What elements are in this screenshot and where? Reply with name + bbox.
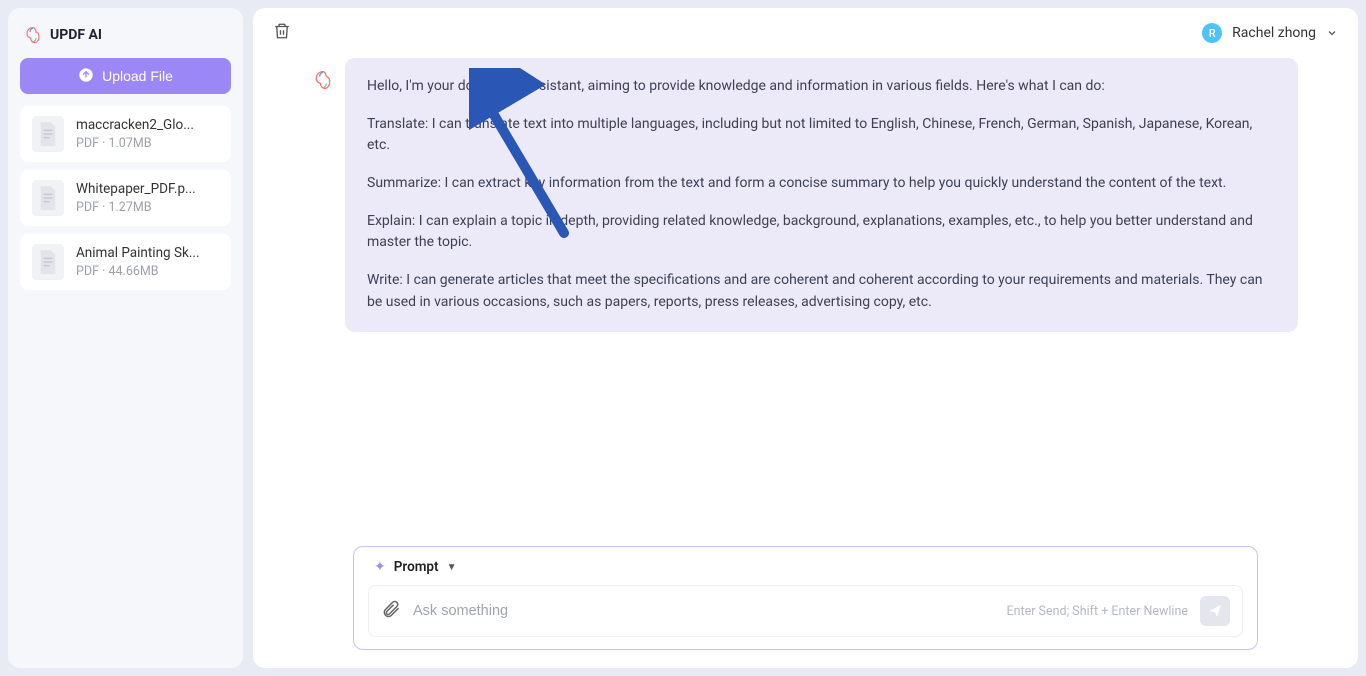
input-zone: ✦ Prompt ▼ Enter Send; Shift + Enter New…	[253, 546, 1358, 668]
file-icon	[32, 244, 64, 280]
attachment-icon[interactable]	[381, 599, 401, 623]
chevron-down-icon	[1326, 24, 1338, 43]
upload-file-button[interactable]: Upload File	[20, 58, 231, 94]
app-logo-icon	[24, 26, 42, 44]
chat-area: Hello, I'm your document assistant, aimi…	[253, 58, 1358, 546]
sparkle-icon: ✦	[374, 559, 386, 575]
prompt-label: Prompt	[394, 559, 439, 575]
file-item[interactable]: Whitepaper_PDF.p... PDF · 1.27MB	[20, 170, 231, 226]
main-header: R Rachel zhong	[253, 8, 1358, 58]
file-item[interactable]: maccracken2_Glo... PDF · 1.07MB	[20, 106, 231, 162]
file-name: maccracken2_Glo...	[76, 117, 219, 133]
sidebar: UPDF AI Upload File maccracken2_Glo... P…	[8, 8, 243, 668]
input-container: ✦ Prompt ▼ Enter Send; Shift + Enter New…	[353, 546, 1258, 650]
input-row: Enter Send; Shift + Enter Newline	[368, 585, 1243, 637]
file-meta: PDF · 1.27MB	[76, 200, 219, 215]
user-menu[interactable]: R Rachel zhong	[1202, 23, 1338, 43]
file-info: Whitepaper_PDF.p... PDF · 1.27MB	[76, 181, 219, 215]
message-text: Explain: I can explain a topic in depth,…	[367, 211, 1276, 254]
file-info: Animal Painting Sk... PDF · 44.66MB	[76, 245, 219, 279]
file-item[interactable]: Animal Painting Sk... PDF · 44.66MB	[20, 234, 231, 290]
message-text: Translate: I can translate text into mul…	[367, 114, 1276, 157]
prompt-input[interactable]	[413, 603, 995, 619]
message-bubble: Hello, I'm your document assistant, aimi…	[345, 58, 1298, 332]
file-meta: PDF · 44.66MB	[76, 264, 219, 279]
main-panel: R Rachel zhong Hello, I'm your document …	[253, 8, 1358, 668]
user-name: Rachel zhong	[1232, 25, 1316, 41]
file-info: maccracken2_Glo... PDF · 1.07MB	[76, 117, 219, 151]
prompt-selector[interactable]: ✦ Prompt ▼	[368, 559, 1243, 585]
send-button[interactable]	[1200, 596, 1230, 626]
message-text: Write: I can generate articles that meet…	[367, 270, 1276, 313]
file-list: maccracken2_Glo... PDF · 1.07MB Whitepap…	[20, 106, 231, 290]
message-text: Summarize: I can extract key information…	[367, 173, 1276, 195]
message-text: Hello, I'm your document assistant, aimi…	[367, 76, 1276, 98]
avatar: R	[1202, 23, 1222, 43]
caret-down-icon: ▼	[447, 562, 457, 573]
input-hint: Enter Send; Shift + Enter Newline	[1007, 604, 1189, 619]
sidebar-header: UPDF AI	[20, 20, 231, 58]
upload-button-label: Upload File	[102, 68, 173, 84]
file-name: Whitepaper_PDF.p...	[76, 181, 219, 197]
assistant-logo-icon	[313, 70, 333, 90]
file-icon	[32, 116, 64, 152]
assistant-message: Hello, I'm your document assistant, aimi…	[313, 58, 1298, 332]
file-meta: PDF · 1.07MB	[76, 136, 219, 151]
upload-icon	[78, 67, 94, 86]
file-icon	[32, 180, 64, 216]
file-name: Animal Painting Sk...	[76, 245, 219, 261]
trash-icon[interactable]	[273, 22, 291, 44]
app-title: UPDF AI	[50, 27, 102, 43]
